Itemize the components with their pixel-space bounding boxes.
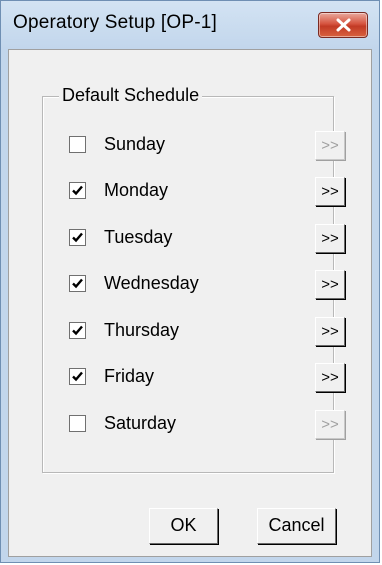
checkbox-wednesday[interactable] (69, 275, 86, 292)
title-bar[interactable]: Operatory Setup [OP-1] (1, 1, 379, 49)
day-label-sunday[interactable]: Sunday (104, 134, 165, 155)
schedule-details-button-saturday[interactable]: >> (315, 410, 345, 439)
schedule-details-button-wednesday[interactable]: >> (315, 270, 345, 299)
checkmark-icon (72, 371, 83, 382)
checkbox-tuesday[interactable] (69, 229, 86, 246)
schedule-details-button-thursday[interactable]: >> (315, 317, 345, 346)
checkmark-icon (72, 185, 83, 196)
checkbox-saturday[interactable] (69, 415, 86, 432)
day-label-wednesday[interactable]: Wednesday (104, 273, 199, 294)
checkmark-icon (72, 325, 83, 336)
schedule-row-thursday: Thursday >> (9, 317, 373, 347)
day-label-thursday[interactable]: Thursday (104, 320, 179, 341)
schedule-details-button-friday[interactable]: >> (315, 363, 345, 392)
schedule-row-saturday: Saturday >> (9, 410, 373, 440)
close-button[interactable] (318, 12, 368, 38)
cancel-button[interactable]: Cancel (257, 508, 336, 544)
close-x-icon (336, 18, 351, 32)
checkbox-friday[interactable] (69, 368, 86, 385)
day-label-friday[interactable]: Friday (104, 366, 154, 387)
checkbox-monday[interactable] (69, 182, 86, 199)
checkmark-icon (72, 278, 83, 289)
checkmark-icon (72, 232, 83, 243)
schedule-row-wednesday: Wednesday >> (9, 270, 373, 300)
checkbox-sunday[interactable] (69, 136, 86, 153)
dialog-window: Operatory Setup [OP-1] Default Schedule … (0, 0, 380, 563)
schedule-row-sunday: Sunday >> (9, 131, 373, 161)
window-title: Operatory Setup [OP-1] (13, 12, 217, 33)
day-label-saturday[interactable]: Saturday (104, 413, 176, 434)
schedule-row-friday: Friday >> (9, 363, 373, 393)
schedule-details-button-monday[interactable]: >> (315, 177, 345, 206)
schedule-row-monday: Monday >> (9, 177, 373, 207)
day-label-tuesday[interactable]: Tuesday (104, 227, 172, 248)
schedule-details-button-sunday[interactable]: >> (315, 131, 345, 160)
checkbox-thursday[interactable] (69, 322, 86, 339)
day-label-monday[interactable]: Monday (104, 180, 168, 201)
group-label: Default Schedule (59, 85, 203, 106)
schedule-row-tuesday: Tuesday >> (9, 224, 373, 254)
dialog-client-area: Default Schedule Sunday >> Monday >> Tuesday… (8, 49, 372, 557)
schedule-details-button-tuesday[interactable]: >> (315, 224, 345, 253)
ok-button[interactable]: OK (149, 508, 218, 544)
